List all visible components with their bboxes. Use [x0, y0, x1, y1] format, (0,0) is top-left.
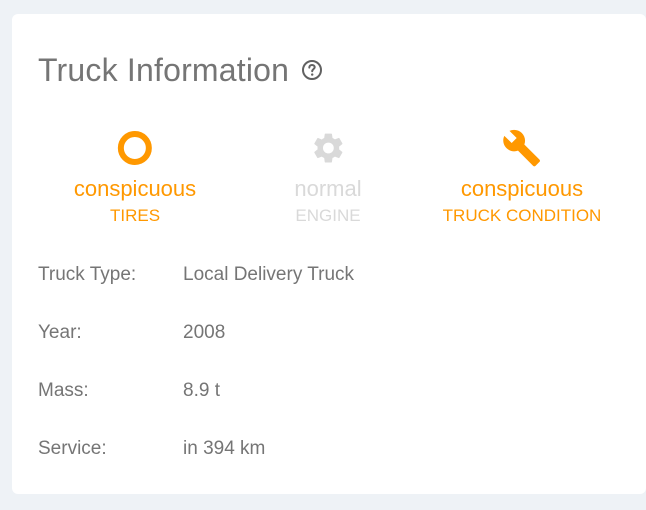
- status-label: TRUCK CONDITION: [442, 206, 602, 225]
- status-label: ENGINE: [295, 206, 361, 225]
- detail-value: Local Delivery Truck: [183, 264, 355, 285]
- detail-key: Truck Type:: [38, 264, 137, 285]
- detail-row-year: Year: 2008: [38, 322, 354, 380]
- tire-ring-icon: [74, 126, 196, 170]
- status-value: normal: [294, 176, 362, 201]
- detail-value: 8.9 t: [183, 380, 220, 401]
- status-label: TIRES: [109, 206, 161, 225]
- card-header: Truck Information: [38, 50, 323, 90]
- status-overview: conspicuous TIRES normal ENGINE conspicu…: [12, 126, 646, 236]
- detail-row-truck-type: Truck Type: Local Delivery Truck: [38, 264, 354, 322]
- detail-key: Year:: [38, 322, 82, 343]
- detail-value: in 394 km: [183, 438, 266, 459]
- status-value: conspicuous: [73, 176, 197, 201]
- truck-information-card: Truck Information conspicuous TIRES norm…: [12, 14, 646, 494]
- status-engine: normal ENGINE: [294, 126, 362, 226]
- detail-row-mass: Mass: 8.9 t: [38, 380, 354, 438]
- card-title: Truck Information: [38, 51, 290, 88]
- detail-key: Mass:: [38, 380, 89, 401]
- help-circle-icon[interactable]: [301, 59, 323, 81]
- status-tires: conspicuous TIRES: [74, 126, 196, 226]
- wrench-icon: [443, 126, 602, 170]
- gear-icon: [294, 126, 361, 170]
- detail-key: Service:: [38, 438, 107, 459]
- truck-details: Truck Type: Local Delivery Truck Year: 2…: [38, 264, 354, 496]
- detail-value: 2008: [183, 322, 226, 343]
- status-truck-condition: conspicuous TRUCK CONDITION: [442, 126, 602, 226]
- status-value: conspicuous: [460, 176, 584, 201]
- detail-row-service: Service: in 394 km: [38, 438, 354, 496]
